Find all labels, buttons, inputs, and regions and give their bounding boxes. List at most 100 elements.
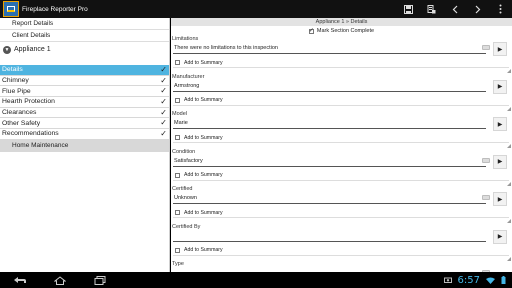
field-condition: Condition Satisfactory ▶ Add to Summary [171, 149, 512, 187]
field-label: Manufacturer [172, 73, 205, 80]
manufacturer-input[interactable]: Armstrong [173, 82, 486, 92]
picker-arrow-icon[interactable]: ▶ [493, 79, 507, 94]
resize-corner-icon [507, 181, 511, 186]
breadcrumb: Appliance 1 » Details [171, 18, 512, 26]
mark-complete-label: Mark Section Complete [316, 28, 375, 34]
section-label: Chimney [2, 77, 29, 85]
overflow-menu-icon[interactable] [489, 0, 512, 18]
condition-input[interactable]: Satisfactory [173, 157, 486, 167]
nav-report-details[interactable]: Report Details [0, 18, 169, 30]
add-to-summary[interactable]: Add to Summary [173, 171, 509, 181]
add-to-summary-checkbox[interactable] [175, 135, 180, 140]
field-model: Model Marie ▶ Add to Summary [171, 111, 512, 149]
certified-input[interactable]: Unknown [173, 194, 486, 204]
resize-corner-icon [507, 69, 511, 73]
field-limitations: Limitations There were no limitations to… [171, 36, 512, 74]
nav-appliance-label: Appliance 1 [14, 46, 51, 53]
nav-section-chimney[interactable]: Chimney ✓ [0, 76, 169, 87]
add-to-summary-label: Add to Summary [184, 172, 223, 178]
picker-arrow-icon[interactable]: ▶ [493, 154, 507, 169]
section-label: Clearances [2, 109, 37, 117]
section-label: Recommendations [2, 130, 59, 138]
checkmark-icon: ✓ [160, 118, 167, 128]
field-label: Type [172, 261, 184, 267]
add-to-summary-label: Add to Summary [184, 134, 223, 141]
recent-apps-icon[interactable] [80, 272, 120, 288]
nav-section-flue-pipe[interactable]: Flue Pipe ✓ [0, 86, 169, 98]
battery-icon [501, 276, 506, 284]
add-to-summary[interactable]: Add to Summary [173, 208, 509, 218]
action-bar-actions [397, 0, 512, 18]
checkmark-icon: ✓ [160, 107, 167, 117]
checkmark-icon: ✓ [160, 75, 167, 85]
nav-subsection-home-maintenance[interactable]: Home Maintenance [0, 139, 169, 152]
save-icon[interactable] [397, 0, 420, 18]
clear-button[interactable] [482, 45, 490, 50]
model-input[interactable]: Marie [173, 119, 486, 129]
add-to-summary-checkbox[interactable] [175, 247, 180, 253]
forward-arrow-icon[interactable] [466, 0, 489, 18]
field-type: Type [171, 261, 512, 272]
nav-section-recommendations[interactable]: Recommendations ✓ [0, 129, 169, 140]
field-label: Limitations [172, 36, 199, 42]
nav-section-other-safety[interactable]: Other Safety ✓ [0, 118, 169, 130]
app-title: Fireplace Reporter Pro [22, 5, 88, 13]
section-label: Flue Pipe [2, 87, 31, 95]
checkmark-icon: ✓ [160, 65, 167, 74]
add-to-summary[interactable]: Add to Summary [173, 133, 509, 143]
checkmark-icon: ✓ [160, 97, 167, 107]
certified-by-input[interactable] [173, 232, 486, 242]
resize-corner-icon [507, 106, 511, 111]
nav-appliance-1[interactable]: ▼ Appliance 1 [0, 42, 169, 57]
field-label: Model [172, 111, 187, 117]
resize-corner-icon [507, 256, 511, 261]
picker-arrow-icon[interactable]: ▶ [493, 229, 507, 244]
mark-complete-checkbox[interactable] [308, 27, 314, 34]
field-label: Condition [172, 148, 196, 155]
home-icon[interactable] [40, 272, 80, 288]
section-navigation: Report Details Client Details ▼ Applianc… [0, 18, 170, 272]
nav-section-details[interactable]: Details ✓ [0, 65, 169, 76]
report-icon[interactable] [420, 0, 443, 18]
clear-button[interactable] [482, 157, 490, 163]
picker-arrow-icon[interactable]: ▶ [493, 42, 507, 56]
fireplace-app-icon[interactable] [3, 1, 19, 17]
clear-button[interactable] [482, 195, 490, 200]
picker-arrow-icon[interactable]: ▶ [493, 117, 507, 131]
back-arrow-icon[interactable] [443, 0, 466, 18]
checkmark-icon: ✓ [160, 86, 167, 96]
field-label: Certified By [172, 223, 201, 230]
resize-corner-icon [507, 144, 511, 148]
action-bar: Fireplace Reporter Pro [0, 0, 512, 18]
section-label: Details [2, 66, 23, 74]
add-to-summary-checkbox[interactable] [175, 172, 180, 178]
mark-section-complete[interactable]: Mark Section Complete [171, 26, 512, 36]
field-manufacturer: Manufacturer Armstrong ▶ Add to Summary [171, 74, 512, 112]
clock[interactable]: 6:57 [458, 275, 480, 286]
status-area: 6:57 [443, 272, 506, 288]
nav-client-details-label: Client Details [12, 32, 51, 39]
add-to-summary-checkbox[interactable] [175, 210, 180, 215]
chevron-down-icon: ▼ [3, 45, 11, 54]
add-to-summary[interactable]: Add to Summary [173, 58, 509, 68]
back-icon[interactable] [0, 272, 40, 288]
field-certified-by: Certified By ▶ Add to Summary [171, 224, 512, 262]
add-to-summary[interactable]: Add to Summary [173, 246, 509, 256]
nav-section-hearth-protection[interactable]: Hearth Protection ✓ [0, 97, 169, 108]
nav-client-details[interactable]: Client Details [0, 30, 169, 42]
limitations-input[interactable]: There were no limitations to this inspec… [173, 44, 486, 54]
app-root: Fireplace Reporter Pro Report Details Cl… [0, 0, 512, 288]
nav-report-details-label: Report Details [12, 20, 54, 27]
add-to-summary-checkbox[interactable] [175, 97, 180, 103]
add-to-summary-label: Add to Summary [184, 97, 223, 103]
picker-arrow-icon[interactable]: ▶ [493, 192, 507, 206]
nav-section-clearances[interactable]: Clearances ✓ [0, 108, 169, 119]
add-to-summary-checkbox[interactable] [175, 60, 180, 65]
add-to-summary[interactable]: Add to Summary [173, 96, 509, 106]
details-form: Appliance 1 » Details Mark Section Compl… [171, 18, 512, 272]
field-label: Certified [172, 186, 193, 192]
add-to-summary-label: Add to Summary [184, 247, 223, 253]
section-label: Hearth Protection [2, 98, 55, 106]
checkmark-icon: ✓ [160, 129, 167, 139]
system-navigation-bar: 6:57 [0, 272, 512, 288]
